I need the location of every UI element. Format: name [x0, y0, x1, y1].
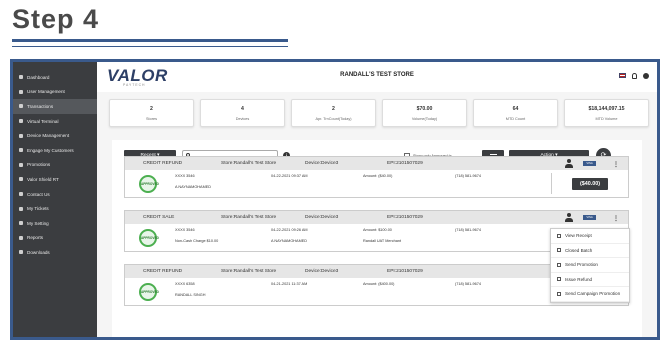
customer-name: A NAYNAMOHAMED: [175, 185, 212, 189]
card-brand-tag: VISA: [583, 215, 596, 220]
menu-item-issue-refund[interactable]: Issue Refund: [551, 273, 629, 287]
transaction-amount: Amount: ($400.00): [363, 282, 395, 286]
merchant-name: Randall UAT Merchant: [363, 239, 402, 243]
shield-icon: [19, 177, 23, 182]
sidebar-item-promotions[interactable]: Promotions: [13, 158, 97, 173]
customer-name: A NAYNAMOHAMED: [271, 239, 308, 243]
store-name: RANDALL'S TEST STORE: [340, 72, 414, 78]
refund-icon: [557, 277, 561, 282]
sidebar-item-downloads[interactable]: Downloads: [13, 245, 97, 260]
downloads-icon: [19, 250, 23, 255]
logo-subtitle: PAYTECH: [123, 83, 146, 87]
menu-item-send-campaign-promotion[interactable]: Send Campaign Promotion: [551, 287, 629, 302]
sidebar-item-contact-us[interactable]: Contact Us: [13, 187, 97, 202]
transaction-amount: Amount: ($40.00): [363, 174, 393, 178]
transaction-type: CREDIT SALE: [143, 215, 175, 220]
transaction-store: Store:Randall's Test Store: [221, 269, 277, 274]
phone-number: (718) 581-9674: [455, 228, 481, 232]
title-underline: [12, 39, 288, 42]
transaction-device: Device:Device3: [305, 215, 339, 220]
transaction-epi: EPI:2101507029: [387, 269, 423, 274]
promotion-icon: [557, 262, 561, 267]
stat-card: 4 Devices: [200, 99, 285, 127]
card-number: XXXX 3546: [175, 174, 195, 178]
stat-card: $18,144,097.15 MTD Volume: [564, 99, 649, 127]
sidebar-item-transactions[interactable]: Transactions: [13, 99, 97, 114]
menu-item-view-receipt[interactable]: View Receipt: [551, 229, 629, 244]
transaction-type: CREDIT REFUND: [143, 269, 183, 274]
menu-item-send-promotion[interactable]: Send Promotion: [551, 258, 629, 273]
more-options-icon[interactable]: ⋮: [613, 215, 619, 222]
stat-card: $70.00 Volume(Today): [382, 99, 467, 127]
transaction-context-menu: View Receipt Closed Batch Send Promotion…: [550, 228, 630, 303]
agent-icon: [565, 159, 573, 168]
sidebar-item-user-management[interactable]: User Management: [13, 85, 97, 100]
sidebar-item-device-management[interactable]: Device Management: [13, 128, 97, 143]
card-brand-tag: VISA: [583, 161, 596, 166]
stat-card: 2 Apr. TrnCount(Today): [291, 99, 376, 127]
tickets-icon: [19, 206, 23, 211]
sidebar-item-dashboard[interactable]: Dashboard: [13, 70, 97, 85]
contact-icon: [19, 192, 23, 197]
sidebar-item-my-tickets[interactable]: My Tickets: [13, 201, 97, 216]
top-icons: [619, 73, 649, 79]
transaction-type: CREDIT REFUND: [143, 161, 183, 166]
promotions-icon: [19, 162, 23, 167]
transaction-device: Device:Device3: [305, 269, 339, 274]
transaction-card[interactable]: CREDIT REFUND Store:Randall's Test Store…: [124, 156, 629, 198]
bell-icon[interactable]: [632, 73, 637, 79]
engage-icon: [19, 148, 23, 153]
customer-name: RANDALL SINGH: [175, 293, 206, 297]
non-cash-charge: Non-Cash Charge $10.00: [175, 239, 219, 243]
user-account-icon[interactable]: [643, 73, 649, 79]
approved-stamp: APPROVED: [139, 229, 159, 247]
stat-card: 2 Stores: [109, 99, 194, 127]
top-bar: VALOR PAYTECH RANDALL'S TEST STORE: [97, 62, 657, 92]
transactions-icon: [19, 104, 23, 109]
more-options-icon[interactable]: ⋮: [613, 161, 619, 168]
step-title: Step 4: [12, 4, 100, 34]
phone-number: (718) 581-9674: [455, 282, 481, 286]
receipt-icon: [557, 233, 561, 238]
approved-stamp: APPROVED: [139, 283, 159, 301]
phone-number: (718) 581-9674: [455, 174, 481, 178]
transaction-store: Store:Randall's Test Store: [221, 215, 277, 220]
transaction-date: 04-22-2021 09:37 AM: [271, 174, 308, 178]
reports-icon: [19, 235, 23, 240]
transaction-date: 04-21-2021 11:37 AM: [271, 282, 308, 286]
stat-card: 64 MTD Count: [473, 99, 558, 127]
sidebar: Dashboard User Management Transactions V…: [13, 62, 97, 337]
sidebar-item-reports[interactable]: Reports: [13, 231, 97, 246]
users-icon: [19, 89, 23, 94]
transaction-store: Store:Randall's Test Store: [221, 161, 277, 166]
sidebar-item-valor-shield[interactable]: Valor Shield RT: [13, 172, 97, 187]
transaction-date: 04-22-2021 09:26 AM: [271, 228, 308, 232]
dashboard-icon: [19, 75, 23, 80]
menu-item-closed-batch[interactable]: Closed Batch: [551, 244, 629, 258]
stats-row: 2 Stores 4 Devices 2 Apr. TrnCount(Today) $…: [109, 99, 649, 127]
transaction-card-body: APPROVED XXXX 3546 A NAYNAMOHAMED 04-22-…: [125, 170, 628, 197]
sidebar-item-virtual-terminal[interactable]: Virtual Terminal: [13, 114, 97, 129]
card-number: XXXX 3546: [175, 228, 195, 232]
transaction-card-header: CREDIT REFUND Store:Randall's Test Store…: [125, 157, 628, 170]
us-flag-icon[interactable]: [619, 73, 626, 78]
sidebar-item-my-setting[interactable]: My Setting: [13, 216, 97, 231]
transaction-card-header: CREDIT SALE Store:Randall's Test Store D…: [125, 211, 628, 224]
campaign-icon: [557, 291, 561, 296]
settings-icon: [19, 221, 23, 226]
approved-stamp: APPROVED: [139, 175, 159, 193]
device-icon: [19, 133, 23, 138]
transaction-device: Device:Device3: [305, 161, 339, 166]
amount-badge: ($40.00): [572, 178, 608, 190]
transaction-epi: EPI:2101507029: [387, 215, 423, 220]
transaction-epi: EPI:2101507029: [387, 161, 423, 166]
terminal-icon: [19, 119, 23, 124]
card-number: XXXX 6358: [175, 282, 195, 286]
agent-icon: [565, 213, 573, 222]
title-underline-thin: [12, 46, 288, 47]
batch-icon: [557, 248, 561, 253]
transaction-amount: Amount: $100.00: [363, 228, 392, 232]
sidebar-item-engage-customers[interactable]: Engage My Customers: [13, 143, 97, 158]
